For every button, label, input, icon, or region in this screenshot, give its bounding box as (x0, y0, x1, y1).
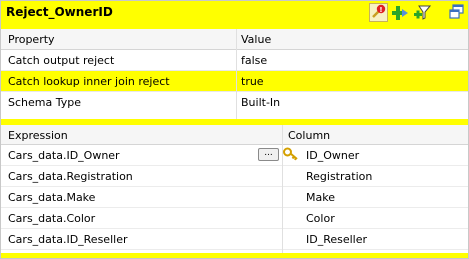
property-row[interactable]: Schema Type Built-In (1, 92, 468, 112)
table-row[interactable]: Cars_data.ID_Owner ... ID_Owner (1, 145, 468, 166)
expression-cell[interactable]: Cars_data.Color (8, 212, 95, 225)
expression-cell[interactable]: Cars_data.ID_Reseller (8, 233, 127, 246)
properties-table: Property Value Catch output reject false… (1, 29, 468, 112)
table-row[interactable]: Cars_data.ID_Reseller ID_Reseller (1, 229, 468, 250)
column-cell[interactable]: ID_Reseller (306, 233, 367, 246)
expression-cell[interactable]: Cars_data.Make (8, 191, 95, 204)
add-output-icon[interactable] (391, 4, 409, 22)
property-value[interactable]: false (241, 54, 267, 67)
table-row[interactable]: Cars_data.Registration Registration (1, 166, 468, 187)
expression-header: Expression Column (1, 125, 468, 145)
property-name: Schema Type (8, 96, 81, 109)
key-icon[interactable] (283, 147, 299, 164)
column-cell[interactable]: Registration (306, 170, 372, 183)
column-divider[interactable] (282, 125, 283, 253)
property-value[interactable]: true (241, 75, 264, 88)
expression-table: Expression Column Cars_data.ID_Owner ...… (1, 125, 468, 250)
bottom-bar (1, 253, 468, 258)
reject-output-panel: Reject_OwnerID ! Property Value Catch ou… (0, 0, 469, 259)
column-cell[interactable]: ID_Owner (306, 149, 359, 162)
title-bar: Reject_OwnerID ! (1, 1, 468, 25)
value-column-header[interactable]: Value (241, 33, 271, 46)
expression-cell[interactable]: Cars_data.ID_Owner (8, 149, 120, 162)
property-row[interactable]: Catch output reject false (1, 50, 468, 71)
table-row[interactable]: Cars_data.Color Color (1, 208, 468, 229)
expression-builder-button[interactable]: ... (258, 148, 279, 161)
expression-column-header[interactable]: Expression (8, 129, 68, 142)
column-cell[interactable]: Make (306, 191, 335, 204)
expand-icon[interactable] (449, 4, 467, 22)
column-divider[interactable] (236, 29, 237, 119)
add-filter-icon[interactable] (413, 4, 431, 22)
property-name: Catch output reject (8, 54, 115, 67)
property-value[interactable]: Built-In (241, 96, 280, 109)
expression-cell[interactable]: Cars_data.Registration (8, 170, 133, 183)
filter-reject-icon[interactable]: ! (369, 3, 388, 22)
property-row-selected[interactable]: Catch lookup inner join reject true (1, 71, 468, 92)
filter-badge: ! (379, 6, 382, 14)
column-column-header[interactable]: Column (288, 129, 330, 142)
column-cell[interactable]: Color (306, 212, 335, 225)
panel-title: Reject_OwnerID (6, 5, 113, 19)
properties-header: Property Value (1, 29, 468, 50)
property-column-header[interactable]: Property (8, 33, 55, 46)
property-name: Catch lookup inner join reject (8, 75, 170, 88)
table-row[interactable]: Cars_data.Make Make (1, 187, 468, 208)
